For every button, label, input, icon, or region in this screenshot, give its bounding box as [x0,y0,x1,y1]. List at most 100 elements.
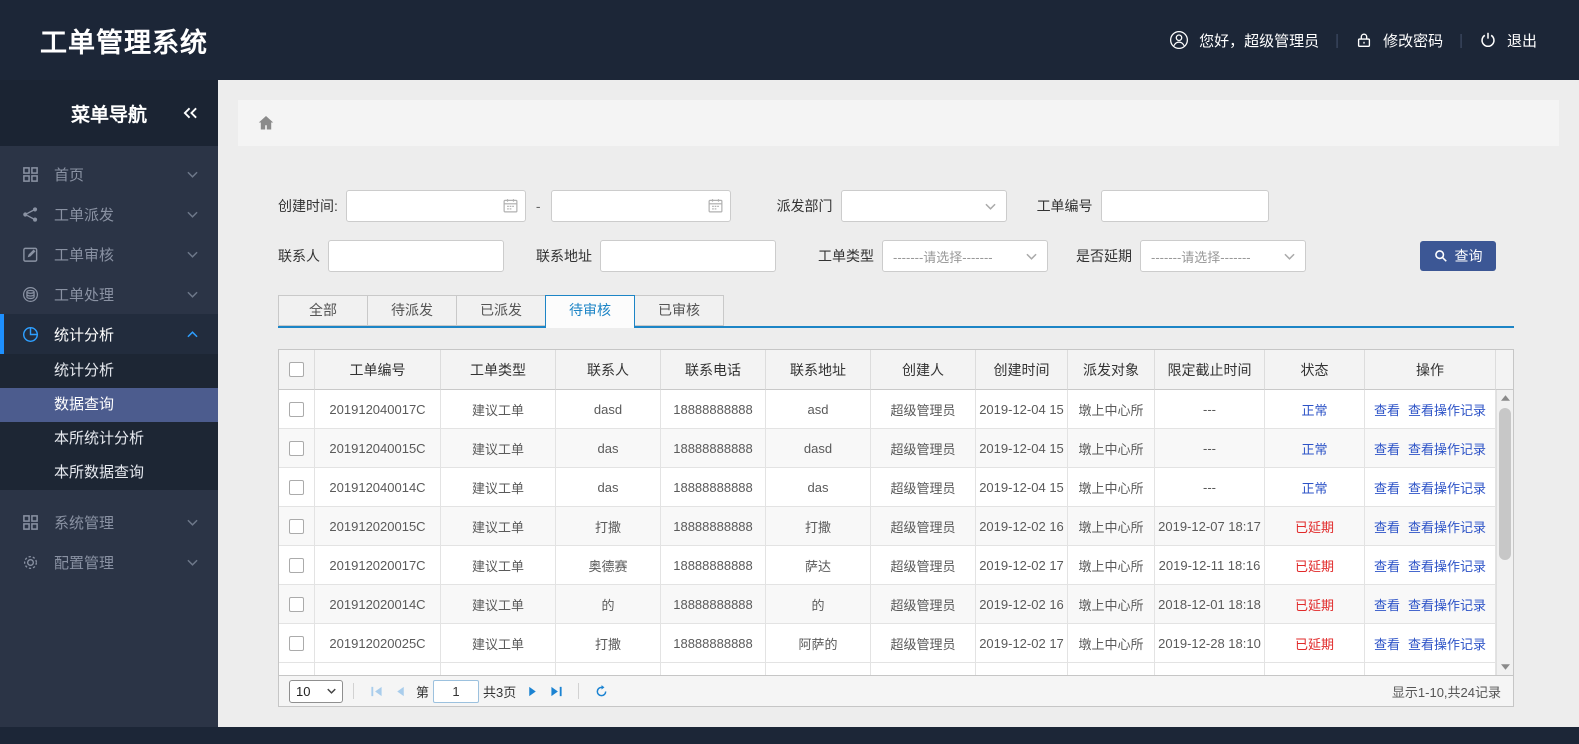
row-checkbox[interactable] [289,479,304,495]
sidebar-item-6[interactable]: 配置管理 [0,542,218,582]
scrollbar-thumb[interactable] [1499,408,1511,560]
view-log-link[interactable]: 查看操作记录 [1408,439,1486,458]
calendar-icon[interactable] [707,197,724,214]
sidebar-item-4[interactable]: 统计分析 [0,314,218,354]
scroll-up-icon[interactable] [1497,390,1513,406]
sidebar-subitem-3[interactable]: 本所数据查询 [0,456,218,490]
view-link[interactable]: 查看 [1374,595,1400,614]
view-log-link[interactable]: 查看操作记录 [1408,556,1486,575]
home-icon[interactable] [256,113,276,133]
table-header-cell: 联系人 [556,350,661,390]
sidebar-item-5[interactable]: 系统管理 [0,502,218,542]
change-password-button[interactable]: 修改密码 [1355,30,1443,51]
table-header-cell: 派发对象 [1068,350,1155,390]
app-header: 工单管理系统 您好，超级管理员 | 修改密码 | 退出 [0,0,1579,80]
cell-creator: 超级管理员 [871,507,976,546]
row-checkbox[interactable] [289,674,304,675]
current-page-input[interactable] [433,679,480,703]
table-cell [1265,663,1365,675]
cell-created-at: 2019-12-02 16 [976,507,1068,546]
sidebar-subitem-0[interactable]: 统计分析 [0,354,218,388]
table-header-cell: 工单类型 [441,350,556,390]
row-checkbox[interactable] [289,557,304,573]
status-tabs: 全部 待派发 已派发 待审核 已审核 [278,295,1514,328]
cell-dispatch-target: 墩上中心所 [1068,585,1155,624]
cell-actions: 查看 查看操作记录 [1365,429,1496,468]
created-time-start-input[interactable] [345,190,526,222]
table-row: 201912020017C 建议工单 奥德赛 18888888888 萨达 超级管理员 20… [279,546,1513,585]
cell-phone: 18888888888 [661,546,766,585]
order-no-input[interactable] [1100,190,1269,222]
cell-order-no: 201912040014C [315,468,441,507]
sidebar-subitem-1[interactable]: 数据查询 [0,388,218,422]
tab-4[interactable]: 已审核 [634,295,724,326]
select-all-checkbox[interactable] [289,362,304,377]
dispatch-dept-select[interactable] [840,190,1007,222]
sidebar-item-3[interactable]: 工单处理 [0,274,218,314]
order-type-select[interactable]: -------请选择------- [882,240,1048,272]
next-page-button[interactable] [520,679,544,703]
dispatch-dept-label: 派发部门 [776,198,833,214]
cell-phone: 18888888888 [661,468,766,507]
first-page-button[interactable] [364,679,388,703]
page-size-value: 10 [296,683,311,699]
table-header-row: 工单编号 工单类型 联系人 联系电话 联系地址 创建人 创建时间 派发对象 限定截止时间 状态 操作 [279,350,1513,390]
view-link[interactable]: 查看 [1374,556,1400,575]
cell-address: das [766,468,871,507]
cell-deadline: 2018-12-01 18:18 [1155,585,1265,624]
cell-dispatch-target: 墩上中心所 [1068,624,1155,663]
view-log-link[interactable]: 查看操作记录 [1408,595,1486,614]
row-checkbox[interactable] [289,596,304,612]
is-delayed-select[interactable]: -------请选择------- [1140,240,1306,272]
prev-page-button[interactable] [388,679,412,703]
tab-3[interactable]: 待审核 [545,295,635,328]
table-row-partial [279,663,1513,675]
last-page-button[interactable] [544,679,568,703]
search-button[interactable]: 查询 [1420,241,1496,271]
sidebar-item-2[interactable]: 工单审核 [0,234,218,274]
tab-1[interactable]: 待派发 [367,295,457,326]
refresh-button[interactable] [589,679,613,703]
cell-order-no: 201912020017C [315,546,441,585]
view-link[interactable]: 查看 [1374,439,1400,458]
contact-input[interactable] [328,240,504,272]
contact-label: 联系人 [278,248,320,264]
page-size-select[interactable]: 10 [289,679,343,703]
sidebar-menu: 首页 工单派发 工单审核 工单处理 统计分析 统计分析 数据查询 本所统计分析 本所数据查询 系统… [0,146,218,582]
cell-address: 打撒 [766,507,871,546]
row-checkbox[interactable] [289,401,304,417]
view-log-link[interactable]: 查看操作记录 [1408,478,1486,497]
cell-created-at: 2019-12-02 16 [976,585,1068,624]
table-header-cell: 状态 [1265,350,1365,390]
row-checkbox[interactable] [289,635,304,651]
view-link[interactable]: 查看 [1374,478,1400,497]
address-input[interactable] [600,240,776,272]
view-log-link[interactable]: 查看操作记录 [1408,517,1486,536]
row-checkbox[interactable] [289,518,304,534]
collapse-sidebar-icon[interactable] [183,107,198,119]
view-link[interactable]: 查看 [1374,634,1400,653]
table-row: 201912020025C 建议工单 打撒 18888888888 阿萨的 超级管理员 20… [279,624,1513,663]
status-badge: 正常 [1301,480,1328,496]
tab-2[interactable]: 已派发 [456,295,546,326]
calendar-icon[interactable] [502,197,519,214]
lock-icon [1355,31,1373,49]
sidebar-item-1[interactable]: 工单派发 [0,194,218,234]
table-scrollbar[interactable] [1496,390,1513,675]
table-row: 201912020015C 建议工单 打撒 18888888888 打撒 超级管理员 201… [279,507,1513,546]
scroll-down-icon[interactable] [1497,659,1513,675]
created-time-end-input[interactable] [550,190,731,222]
view-log-link[interactable]: 查看操作记录 [1408,634,1486,653]
tab-0[interactable]: 全部 [278,295,368,326]
cell-order-type: 建议工单 [441,546,556,585]
view-log-link[interactable]: 查看操作记录 [1408,400,1486,419]
logout-button[interactable]: 退出 [1479,30,1537,51]
view-link[interactable]: 查看 [1374,517,1400,536]
sidebar-item-0[interactable]: 首页 [0,154,218,194]
cell-phone: 18888888888 [661,507,766,546]
view-link[interactable]: 查看 [1374,400,1400,419]
search-icon [1434,249,1448,263]
sidebar-subitem-2[interactable]: 本所统计分析 [0,422,218,456]
status-badge: 正常 [1301,441,1328,457]
row-checkbox[interactable] [289,440,304,456]
